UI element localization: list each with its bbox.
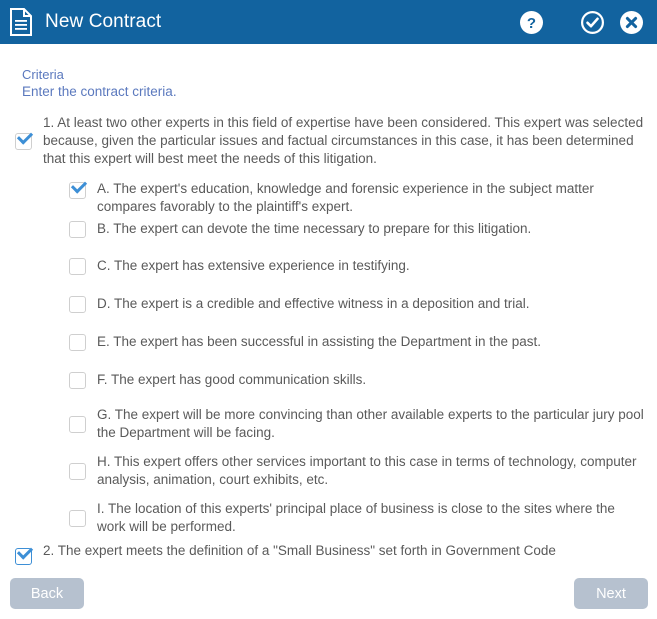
criteria-item-d[interactable]: D. The expert is a credible and effectiv… (0, 295, 657, 313)
checkbox-e[interactable] (69, 334, 86, 351)
criteria-item-1-label: 1. At least two other experts in this fi… (43, 115, 644, 166)
criteria-item-b[interactable]: B. The expert can devote the time necess… (0, 220, 657, 238)
criteria-subtitle: Enter the contract criteria. (22, 84, 177, 99)
checkbox-h[interactable] (69, 462, 86, 480)
svg-text:?: ? (527, 15, 536, 32)
wizard-footer: Back Next (0, 568, 657, 619)
criteria-item-1[interactable]: 1. At least two other experts in this fi… (0, 114, 657, 168)
criteria-item-c[interactable]: C. The expert has extensive experience i… (0, 257, 657, 275)
check-circle-icon[interactable] (581, 10, 604, 34)
checkbox-wrap-h (69, 453, 86, 489)
criteria-heading-block: Criteria Enter the contract criteria. (22, 66, 177, 100)
criteria-item-e-label: E. The expert has been successful in ass… (97, 334, 541, 349)
next-button[interactable]: Next (574, 578, 648, 609)
back-button[interactable]: Back (10, 578, 84, 609)
criteria-item-f[interactable]: F. The expert has good communication ski… (0, 371, 657, 389)
help-circle-icon[interactable]: ? (520, 10, 543, 34)
criteria-item-b-label: B. The expert can devote the time necess… (97, 221, 532, 236)
checkbox-2[interactable] (15, 548, 32, 565)
criteria-item-g-label: G. The expert will be more convincing th… (97, 407, 644, 440)
criteria-item-i-label: I. The location of this experts' princip… (97, 501, 615, 534)
checkbox-a[interactable] (69, 182, 86, 199)
criteria-list: 1. At least two other experts in this fi… (0, 112, 657, 562)
checkbox-wrap-1 (15, 114, 32, 168)
checkbox-f[interactable] (69, 372, 86, 389)
criteria-title: Criteria (22, 67, 64, 82)
criteria-item-f-label: F. The expert has good communication ski… (97, 372, 367, 387)
checkbox-i[interactable] (69, 509, 86, 527)
criteria-item-2[interactable]: 2. The expert meets the definition of a … (0, 542, 657, 568)
criteria-item-h-label: H. This expert offers other services imp… (97, 454, 637, 487)
criteria-item-g[interactable]: G. The expert will be more convincing th… (0, 406, 657, 442)
close-circle-icon[interactable] (620, 10, 643, 34)
criteria-item-d-label: D. The expert is a credible and effectiv… (97, 296, 530, 311)
checkbox-g[interactable] (69, 415, 86, 433)
document-icon (9, 8, 33, 36)
criteria-item-2-inner: 2. The expert meets the definition of a … (0, 542, 657, 565)
criteria-item-2-label: 2. The expert meets the definition of a … (43, 543, 556, 558)
checkbox-1[interactable] (15, 132, 32, 150)
checkbox-d[interactable] (69, 296, 86, 313)
checkbox-b[interactable] (69, 221, 86, 238)
criteria-item-i[interactable]: I. The location of this experts' princip… (0, 500, 657, 536)
window-title: New Contract (45, 11, 162, 32)
criteria-item-e[interactable]: E. The expert has been successful in ass… (0, 333, 657, 351)
checkbox-c[interactable] (69, 258, 86, 275)
checkbox-wrap-i (69, 500, 86, 536)
criteria-item-c-label: C. The expert has extensive experience i… (97, 258, 410, 273)
criteria-item-a[interactable]: A. The expert's education, knowledge and… (0, 180, 657, 216)
criteria-item-a-label: A. The expert's education, knowledge and… (97, 181, 594, 214)
checkbox-wrap-g (69, 406, 86, 442)
criteria-item-h[interactable]: H. This expert offers other services imp… (0, 453, 657, 489)
window-title-bar: New Contract ? (0, 0, 657, 44)
